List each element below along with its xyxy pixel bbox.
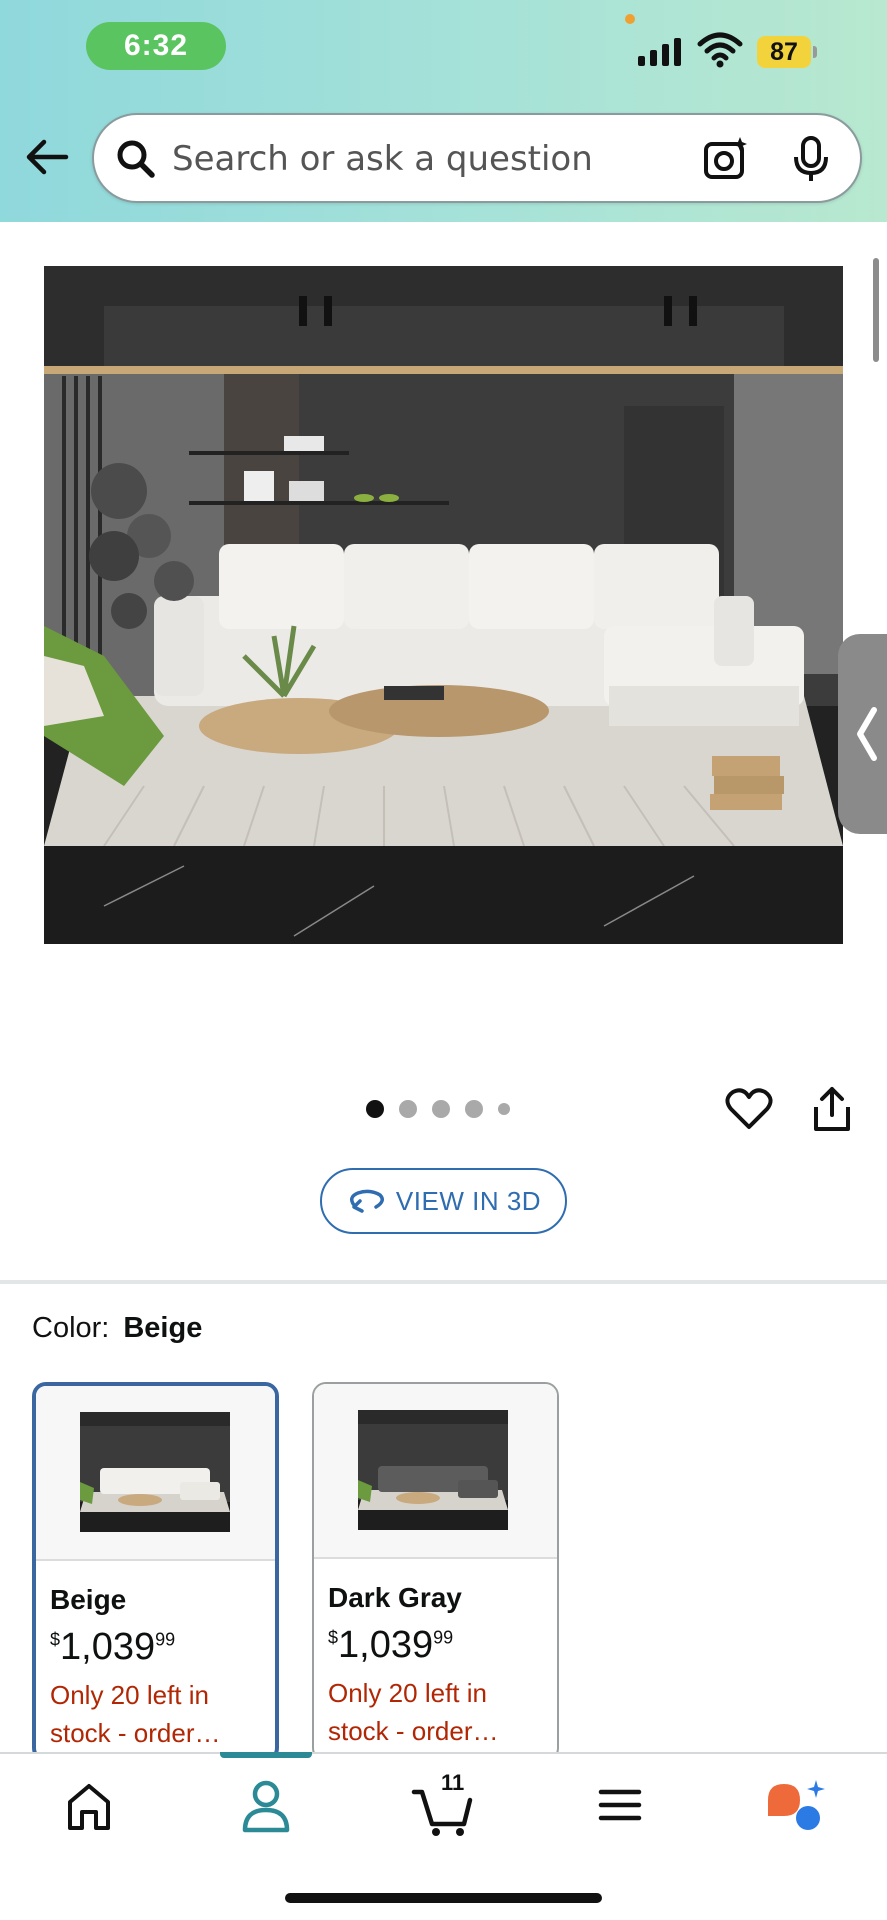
swatch-price: $1,03999 [50,1626,175,1669]
wifi-icon [697,32,743,68]
price-fraction: 99 [155,1629,176,1650]
heart-icon[interactable] [725,1087,773,1131]
price-currency: $ [328,1627,339,1648]
home-icon[interactable] [54,1770,124,1840]
privacy-indicator-dot [625,14,635,24]
header: 6:32 87 Search or ask a question [0,0,887,222]
pagination-dot[interactable] [465,1100,483,1118]
menu-icon[interactable] [585,1770,655,1840]
stock-status: Only 20 left in stock - order… [50,1680,221,1748]
swatch-thumbnail [36,1386,275,1561]
color-swatch-dark-gray[interactable]: Dark Gray $1,03999 Only 20 left in stock… [312,1382,559,1762]
cart-count-badge: 11 [441,1770,465,1795]
price-whole: 1,039 [338,1624,434,1666]
view-in-3d-label: VIEW IN 3D [395,1185,542,1216]
gallery-pagination[interactable] [366,1100,510,1118]
back-arrow-icon[interactable] [22,132,72,182]
price-currency: $ [50,1629,61,1650]
color-swatch-beige[interactable]: Beige $1,03999 Only 20 left in stock - o… [32,1382,279,1762]
battery-tip [813,46,817,58]
color-selection-header: Color: Beige [32,1312,202,1345]
price-whole: 1,039 [60,1626,156,1668]
selected-color-value: Beige [123,1312,203,1344]
dark-gray-sofa-thumbnail [358,1410,508,1530]
swatch-thumbnail [314,1384,557,1559]
swatch-name: Beige [50,1584,127,1615]
section-divider [0,1280,887,1284]
search-icon [117,140,155,178]
price-fraction: 99 [433,1627,454,1648]
rotate-3d-icon [349,1189,384,1213]
account-icon[interactable] [231,1770,301,1840]
search-bar[interactable]: Search or ask a question [92,113,862,203]
sectional-sofa-photo [44,266,843,944]
product-image[interactable] [44,266,843,944]
share-icon[interactable] [812,1085,852,1133]
pagination-dot[interactable] [498,1103,510,1115]
beige-sofa-thumbnail [80,1412,230,1532]
camera-search-icon[interactable] [702,135,750,183]
status-time: 6:32 [86,22,226,70]
side-panel-tab[interactable] [838,634,887,834]
cellular-signal-icon [638,36,681,66]
rufus-assistant-icon[interactable] [762,1770,832,1840]
search-placeholder: Search or ask a question [172,139,593,179]
swatch-name: Dark Gray [328,1582,462,1613]
image-scrollbar[interactable] [873,258,879,362]
pagination-dot[interactable] [432,1100,450,1118]
chevron-left-icon [857,707,877,761]
swatch-price: $1,03999 [328,1624,453,1667]
pagination-dot[interactable] [399,1100,417,1118]
battery-level: 87 [757,36,811,68]
home-indicator[interactable] [285,1893,602,1903]
color-label: Color: [32,1312,110,1344]
microphone-icon[interactable] [791,135,831,183]
view-in-3d-button[interactable]: VIEW IN 3D [320,1168,567,1234]
stock-status: Only 20 left in stock - order… [328,1678,499,1746]
pagination-dot[interactable] [366,1100,384,1118]
nav-active-indicator [220,1752,312,1758]
